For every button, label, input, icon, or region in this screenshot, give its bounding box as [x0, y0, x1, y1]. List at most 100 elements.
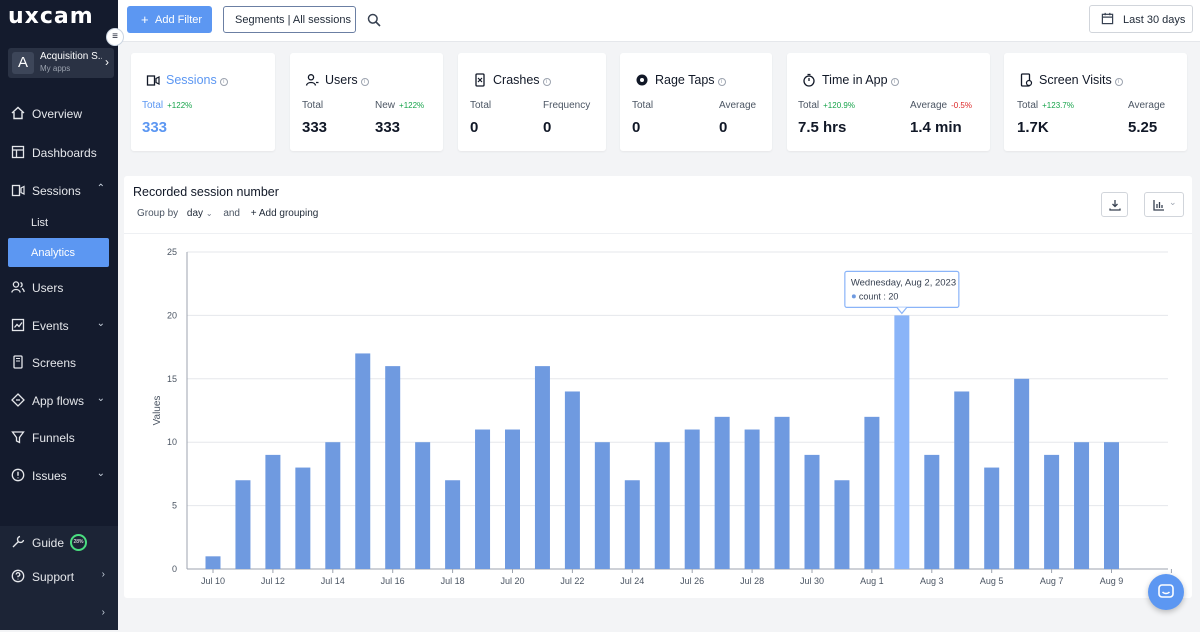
time-in-app-total-label: Total +120.9%: [798, 100, 855, 111]
users-new-label: New +122%: [375, 100, 424, 111]
bar: [534, 366, 550, 569]
rage-taps-card[interactable]: Rage Taps i Total 0 Average 0: [620, 53, 772, 151]
calendar-icon: [1101, 12, 1114, 25]
bar: [505, 429, 520, 569]
group-by-select[interactable]: day ⌄: [187, 208, 213, 219]
info-icon[interactable]: i: [542, 78, 551, 86]
sessions-card[interactable]: Sessions i Total +122% 333: [131, 53, 275, 151]
x-tick-label: Aug 7: [1040, 576, 1064, 586]
crashes-total-label: Total: [470, 100, 492, 111]
delta-badge: +122%: [167, 101, 193, 110]
crashes-title: Crashes: [493, 73, 540, 87]
crashes-total-value: 0: [470, 119, 479, 136]
date-range-label: Last 30 days: [1123, 14, 1186, 26]
info-icon[interactable]: i: [360, 78, 369, 86]
app-name: Acquisition S...: [40, 51, 102, 62]
bar: [205, 556, 221, 569]
home-icon: [11, 106, 25, 120]
bar: [475, 429, 491, 569]
users-card[interactable]: Users i Total 333 New +122% 333: [290, 53, 443, 151]
chevron-up-icon: ⌃: [96, 183, 105, 194]
app-switcher[interactable]: A Acquisition S... My apps ›: [8, 48, 114, 78]
crashes-card[interactable]: Crashes i Total 0 Frequency 0: [458, 53, 606, 151]
nav-sessions-analytics[interactable]: Analytics: [8, 238, 109, 267]
y-axis-label: Values: [152, 396, 163, 426]
bar: [445, 480, 461, 569]
chat-icon: [1158, 584, 1174, 598]
tooltip-title: Wednesday, Aug 2, 2023: [851, 277, 956, 288]
rage-tap-icon: [636, 74, 648, 86]
screen-visits-icon: [1020, 73, 1033, 87]
date-range-button[interactable]: Last 30 days: [1089, 5, 1193, 33]
sessions-icon: [11, 184, 25, 197]
bar: [804, 454, 820, 569]
tooltip-value: count : 20: [859, 291, 899, 301]
group-by-value: day: [186, 208, 204, 219]
bar: [864, 416, 880, 569]
info-icon[interactable]: i: [890, 78, 899, 86]
users-total-value: 333: [302, 119, 328, 136]
label-text: New: [375, 100, 396, 111]
bar: [924, 454, 940, 569]
nav-funnels[interactable]: Funnels: [0, 421, 118, 455]
y-tick-label: 20: [167, 310, 177, 320]
nav-users[interactable]: Users: [0, 271, 118, 305]
x-tick-label: Jul 30: [800, 576, 824, 586]
x-tick-label: Aug 3: [920, 576, 944, 586]
nav-app-flows[interactable]: App flows ⌄: [0, 384, 118, 418]
search-icon[interactable]: [367, 13, 381, 27]
chevron-down-icon: ⌄: [205, 209, 213, 218]
nav-sessions[interactable]: Sessions ⌃: [0, 174, 118, 208]
users-new-value: 333: [375, 119, 401, 136]
card-title: Rage Taps i: [655, 73, 726, 87]
time-in-app-card[interactable]: Time in App i Total +120.9% 7.5 hrs Averag…: [787, 53, 990, 151]
help-circle-icon: [11, 569, 25, 583]
add-filter-button[interactable]: + Add Filter: [127, 6, 212, 33]
x-tick-label: Jul 18: [441, 576, 465, 586]
info-icon[interactable]: i: [717, 78, 726, 86]
crashes-frequency-value: 0: [543, 119, 552, 136]
info-icon[interactable]: i: [219, 78, 228, 86]
nav-issues[interactable]: Issues ⌄: [0, 459, 118, 493]
delta-badge: -0.5%: [951, 101, 972, 110]
nav-dashboards[interactable]: Dashboards: [0, 136, 118, 170]
segments-button[interactable]: Segments | All sessions: [223, 6, 356, 33]
screens-icon: [13, 355, 23, 369]
add-grouping-button[interactable]: + Add grouping: [251, 208, 319, 219]
nav-sessions-list[interactable]: List: [8, 208, 109, 237]
nav-events[interactable]: Events ⌄: [0, 309, 118, 343]
chart-type-select[interactable]: ⌄: [1144, 192, 1184, 217]
x-tick-label: Jul 22: [560, 576, 584, 586]
x-tick-label: Jul 14: [321, 576, 345, 586]
info-icon[interactable]: i: [1114, 78, 1123, 86]
nav-support[interactable]: Support ›: [0, 560, 118, 594]
chat-button[interactable]: [1148, 574, 1184, 610]
download-button[interactable]: [1101, 192, 1128, 217]
users-icon: [11, 281, 25, 293]
chevron-down-icon: ⌄: [96, 468, 105, 479]
time-in-app-total-value: 7.5 hrs: [798, 119, 847, 136]
nav-guide[interactable]: Guide 28%: [0, 526, 118, 560]
funnel-icon: [11, 431, 25, 444]
top-bar: + Add Filter Segments | All sessions Las…: [118, 0, 1200, 42]
screen-visits-average-label: Average: [1128, 100, 1166, 111]
time-in-app-title: Time in App: [822, 73, 888, 87]
screen-visits-card[interactable]: Screen Visits i Total +123.7% 1.7K Average…: [1004, 53, 1187, 151]
group-by-label: Group by: [137, 208, 179, 219]
y-tick-label: 10: [167, 437, 177, 447]
x-tick-label: Jul 10: [201, 576, 225, 586]
time-in-app-average-value: 1.4 min: [910, 119, 962, 136]
sidebar: uxcam ≡ A Acquisition S... My apps › Ove…: [0, 0, 124, 632]
wrench-icon: [12, 535, 25, 548]
card-title: Users i: [325, 73, 369, 87]
nav-overview[interactable]: Overview: [0, 97, 118, 131]
delta-badge: +122%: [399, 101, 425, 110]
nav-screens-label: Screens: [32, 356, 77, 370]
nav-screens[interactable]: Screens: [0, 346, 118, 380]
expand-sidebar-button[interactable]: ›: [0, 598, 118, 632]
bar: [984, 467, 1000, 569]
bar: [894, 315, 910, 569]
collapse-sidebar-button[interactable]: ≡: [106, 28, 124, 46]
uxcam-logo[interactable]: uxcam: [8, 4, 94, 29]
x-tick-label: Jul 26: [680, 576, 704, 586]
